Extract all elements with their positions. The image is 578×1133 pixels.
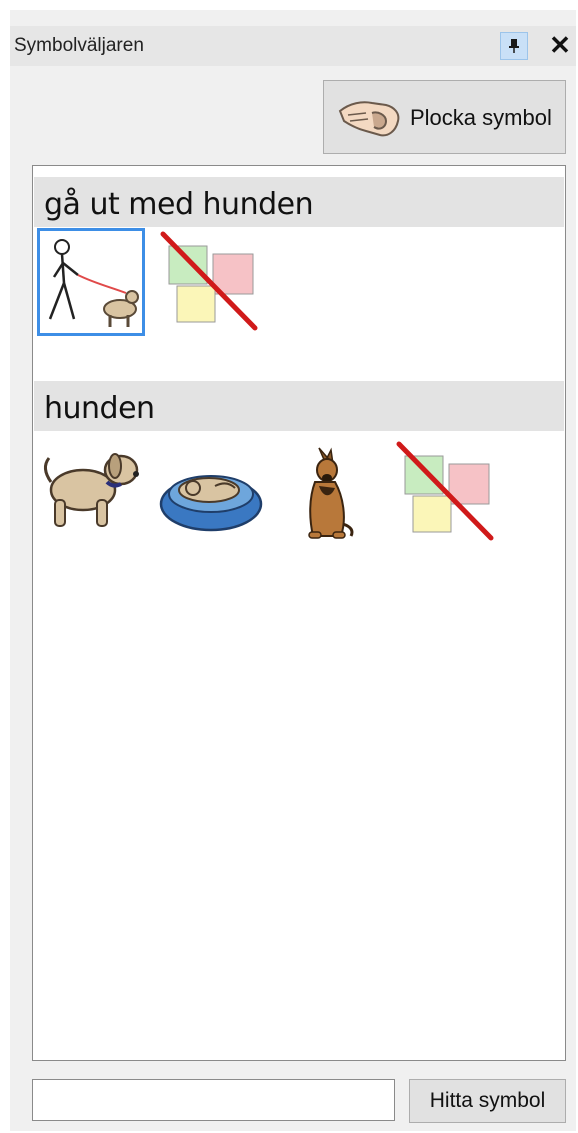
symbol-dog-in-basket[interactable] [157,438,265,546]
person-walking-dog-icon [48,239,139,327]
search-input[interactable] [32,1079,395,1121]
pick-symbol-button[interactable]: Plocka symbol [323,80,566,154]
symbol-walk-dog[interactable] [37,228,145,336]
close-icon: ✕ [549,30,571,60]
panel-title: Symbolväljaren [14,35,144,56]
symbol-german-shepherd[interactable] [279,438,387,546]
pin-button[interactable] [500,32,528,60]
symbol-no-symbol[interactable] [393,438,501,546]
group-label: hunden [44,391,155,426]
symbol-dog[interactable] [39,438,147,546]
group-header: hunden [34,381,564,431]
pin-icon [509,39,519,53]
symbol-picker-panel: Symbolväljaren ✕ Plocka symbol gå ut med… [10,10,576,1131]
hand-icon [338,101,400,137]
dog-icon [44,453,139,527]
symbol-no-symbol[interactable] [157,228,265,336]
no-symbol-icon [160,231,258,331]
group-header: gå ut med hunden [34,177,564,227]
german-shepherd-icon [308,447,354,539]
panel-titlebar: Symbolväljaren ✕ [10,26,576,66]
close-button[interactable]: ✕ [546,30,574,60]
find-symbol-button[interactable]: Hitta symbol [409,1079,566,1123]
pick-symbol-label: Plocka symbol [410,105,552,130]
dog-in-basket-icon [159,475,263,532]
symbol-results-list[interactable]: gå ut med hunden hunden [32,165,566,1061]
no-symbol-icon [396,441,494,541]
group-label: gå ut med hunden [44,187,314,222]
